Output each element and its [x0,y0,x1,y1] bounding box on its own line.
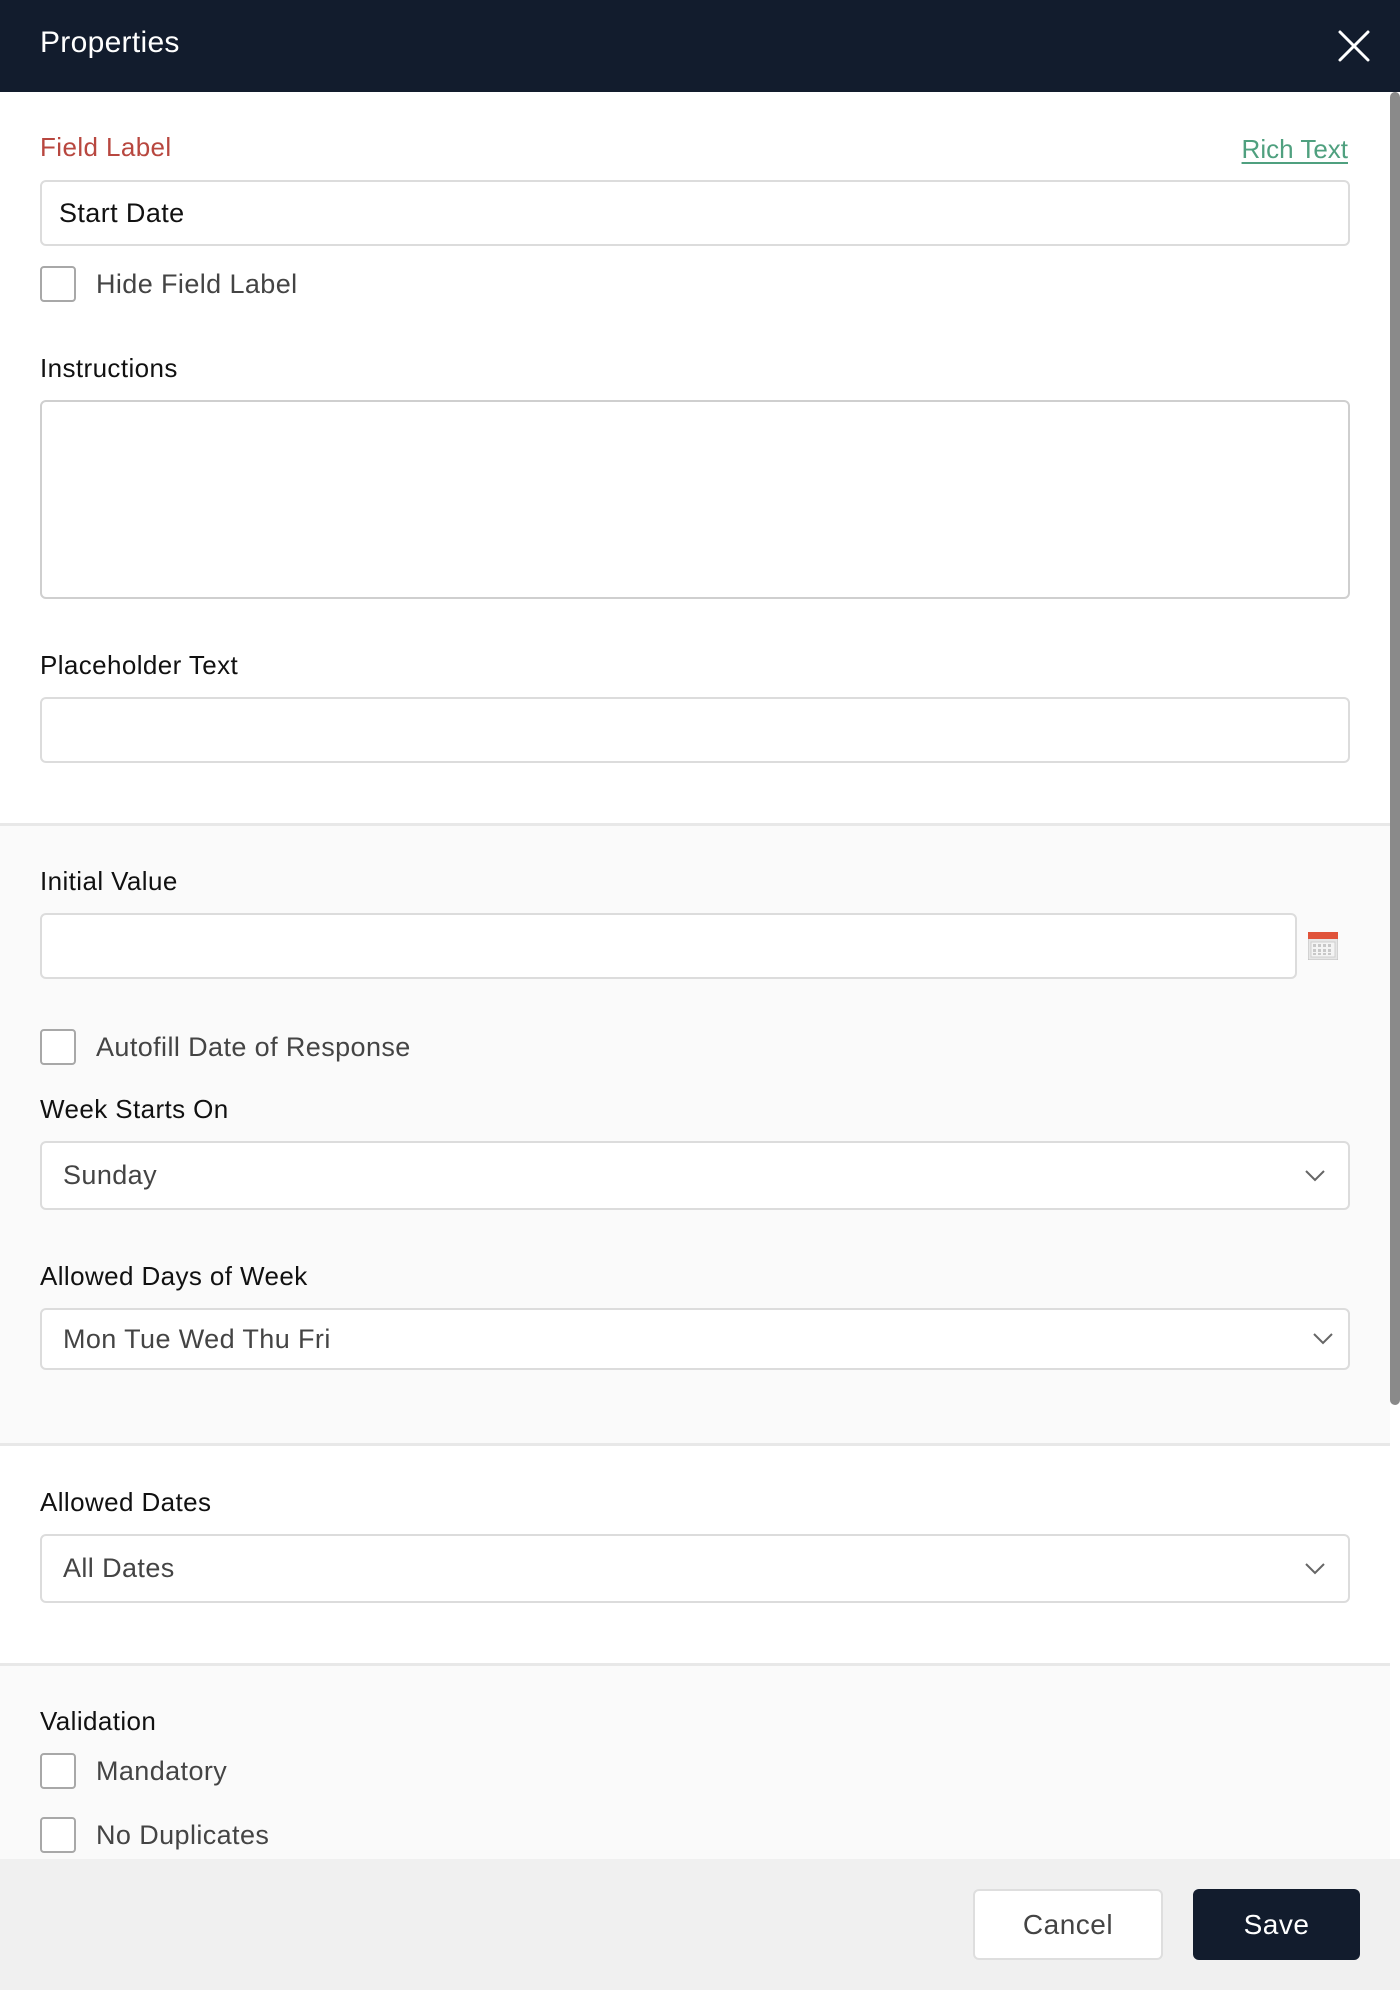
no-duplicates-checkbox-row[interactable]: No Duplicates [40,1817,269,1853]
chevron-down-icon [1305,1562,1325,1574]
hide-field-label-checkbox[interactable] [40,266,76,302]
hide-field-label-text: Hide Field Label [96,268,298,299]
validation-label: Validation [40,1706,157,1736]
initial-value-label: Initial Value [40,866,178,896]
autofill-date-checkbox-row[interactable]: Autofill Date of Response [40,1029,411,1065]
hide-field-label-checkbox-row[interactable]: Hide Field Label [40,266,298,302]
autofill-date-checkbox[interactable] [40,1029,76,1065]
no-duplicates-text: No Duplicates [96,1819,270,1850]
placeholder-text-label: Placeholder Text [40,650,239,680]
close-icon[interactable] [1336,28,1372,64]
autofill-date-text: Autofill Date of Response [96,1031,411,1062]
panel-title: Properties [40,26,180,59]
allowed-dates-select[interactable]: All Dates [40,1534,1350,1603]
instructions-label: Instructions [40,353,178,383]
calendar-icon[interactable] [1308,932,1338,960]
initial-value-input[interactable] [40,913,1297,979]
properties-header: Properties [0,0,1400,92]
scrollbar-thumb[interactable] [1390,92,1400,1405]
allowed-dates-label: Allowed Dates [40,1487,212,1517]
field-label-input[interactable]: Start Date [40,180,1350,246]
allowed-days-select[interactable]: Mon Tue Wed Thu Fri [40,1308,1350,1370]
rich-text-link[interactable]: Rich Text [1242,134,1348,165]
mandatory-checkbox[interactable] [40,1753,76,1789]
week-starts-on-value: Sunday [63,1160,157,1190]
placeholder-text-input[interactable] [40,697,1350,763]
mandatory-text: Mandatory [96,1755,228,1786]
chevron-down-icon [1305,1169,1325,1181]
no-duplicates-checkbox[interactable] [40,1817,76,1853]
field-label-heading: Field Label [40,132,172,162]
save-button[interactable]: Save [1193,1889,1360,1960]
footer-bar: Cancel Save [0,1859,1400,1990]
chevron-down-icon [1313,1333,1333,1345]
instructions-textarea[interactable] [40,400,1350,599]
week-starts-on-select[interactable]: Sunday [40,1141,1350,1210]
allowed-dates-value: All Dates [63,1553,175,1583]
mandatory-checkbox-row[interactable]: Mandatory [40,1753,227,1789]
week-starts-on-label: Week Starts On [40,1094,229,1124]
cancel-button[interactable]: Cancel [973,1889,1163,1960]
allowed-days-value: Mon Tue Wed Thu Fri [63,1323,331,1354]
allowed-days-label: Allowed Days of Week [40,1261,308,1291]
